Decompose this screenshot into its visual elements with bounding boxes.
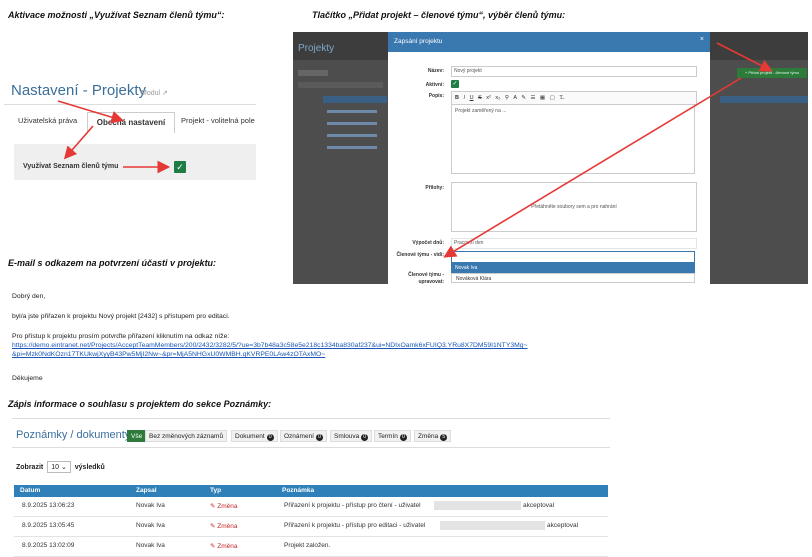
arrow-to-members bbox=[443, 77, 742, 258]
annotation-arrows bbox=[57, 42, 773, 258]
arrow-to-tab bbox=[57, 100, 125, 124]
arrow-to-option bbox=[63, 125, 94, 160]
arrow-to-add-button bbox=[716, 42, 773, 72]
